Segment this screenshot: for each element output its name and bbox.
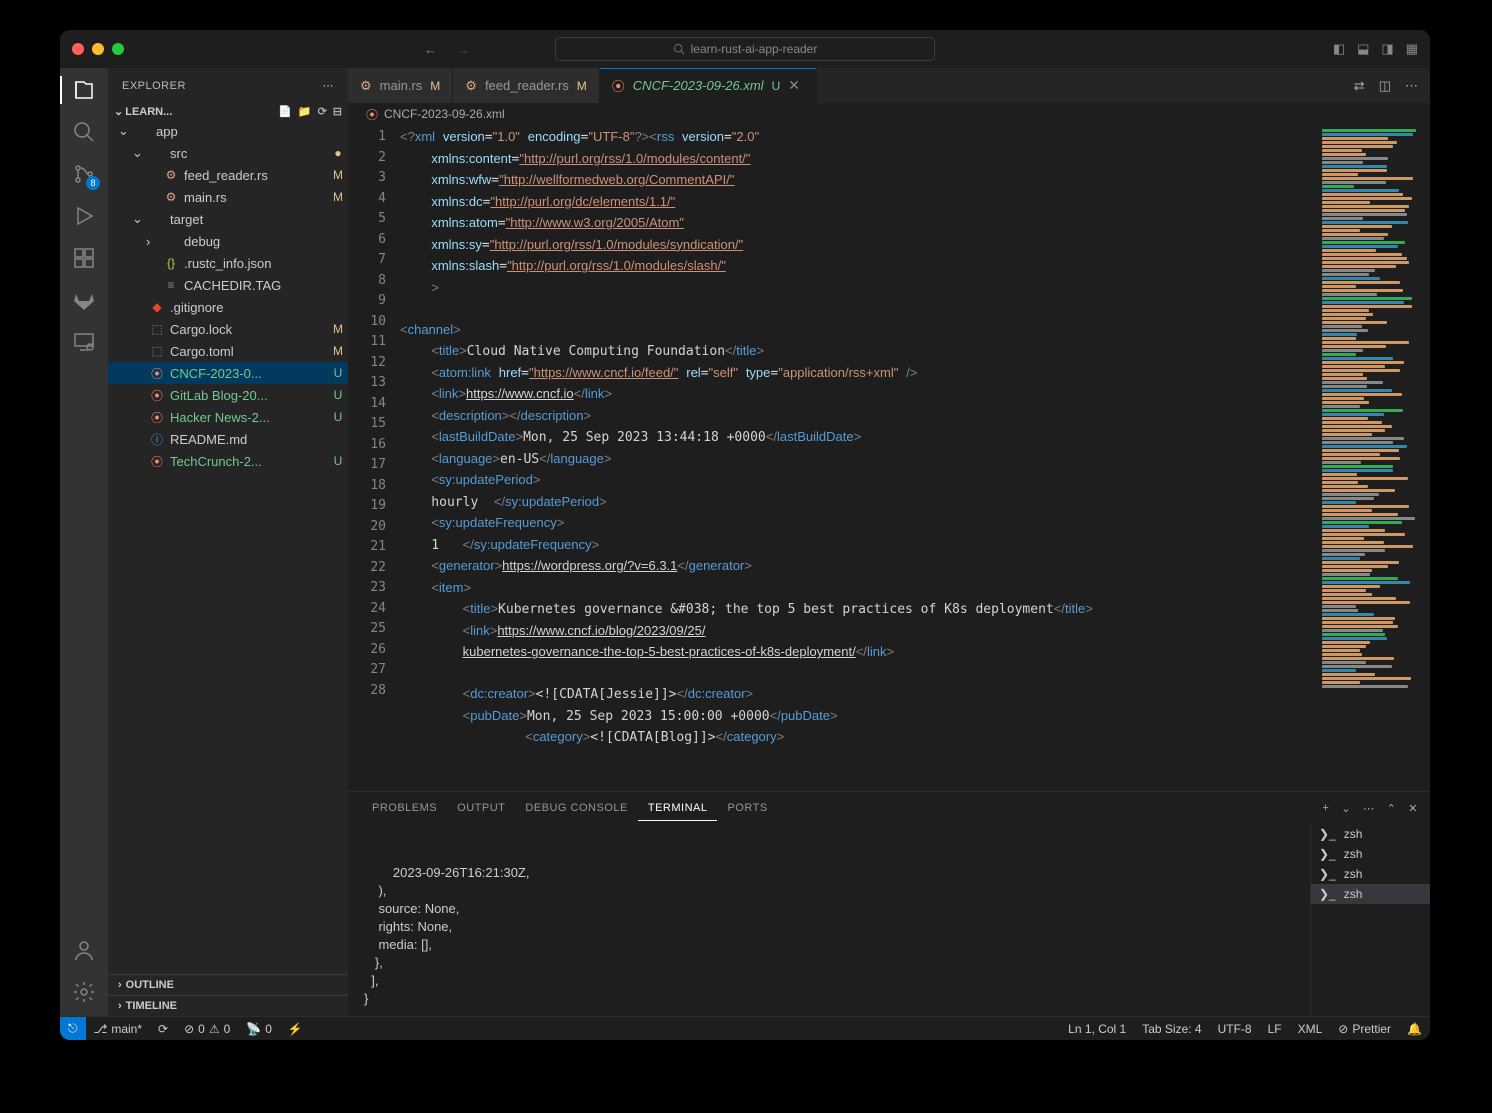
layout-sidebar-icon[interactable]: ◨ [1381, 41, 1393, 57]
tree-row[interactable]: ⦿GitLab Blog-20...U [108, 384, 348, 406]
terminal-list-item[interactable]: ❯_zsh [1311, 884, 1430, 904]
explorer-icon[interactable] [72, 78, 96, 102]
tree-row[interactable]: ◆.gitignore [108, 296, 348, 318]
terminal-list-item[interactable]: ❯_zsh [1311, 844, 1430, 864]
panel-tab[interactable]: PORTS [717, 796, 777, 820]
panel-more-icon[interactable]: ⋯ [1363, 802, 1375, 815]
ports-status[interactable]: 📡 0 [238, 1022, 280, 1036]
refresh-icon[interactable]: ⟳ [318, 105, 327, 118]
tree-row[interactable]: ⚙feed_reader.rsM [108, 164, 348, 186]
editor-tab[interactable]: ⚙main.rsM [348, 68, 453, 103]
tab-size[interactable]: Tab Size: 4 [1134, 1022, 1209, 1036]
editor-tab[interactable]: ⦿CNCF-2023-09-26.xmlU✕ [600, 68, 817, 103]
live-share-icon[interactable]: ⚡ [280, 1022, 311, 1036]
cursor-position[interactable]: Ln 1, Col 1 [1060, 1022, 1134, 1036]
timeline-section[interactable]: ›TIMELINE [108, 995, 348, 1016]
editor-tabs: ⚙main.rsM⚙feed_reader.rsM⦿CNCF-2023-09-2… [348, 68, 1430, 103]
tree-row[interactable]: ⌄src● [108, 142, 348, 164]
nav-forward-icon[interactable]: → [457, 42, 470, 57]
editor-content[interactable]: <?xml version="1.0" encoding="UTF-8"?><r… [400, 125, 1320, 791]
tree-row[interactable]: ⌄target [108, 208, 348, 230]
panel-tab[interactable]: DEBUG CONSOLE [515, 796, 637, 820]
tree-row[interactable]: ⚙main.rsM [108, 186, 348, 208]
tree-row[interactable]: ⦿CNCF-2023-0...U [108, 362, 348, 384]
terminal-dropdown-icon[interactable]: ⌄ [1341, 802, 1351, 815]
layout-customize-icon[interactable]: ▦ [1406, 41, 1418, 57]
breadcrumb[interactable]: CNCF-2023-09-26.xml [384, 107, 505, 121]
terminal-icon: ❯_ [1319, 867, 1336, 881]
nav-back-icon[interactable]: ← [424, 42, 437, 57]
panel-tab[interactable]: TERMINAL [638, 796, 718, 821]
outline-section[interactable]: ›OUTLINE [108, 974, 348, 995]
extensions-icon[interactable] [72, 246, 96, 270]
minimize-window-button[interactable] [92, 43, 104, 55]
activity-bar: 8 [60, 68, 108, 1016]
editor-tab[interactable]: ⚙feed_reader.rsM [453, 68, 600, 103]
terminal-list-item[interactable]: ❯_zsh [1311, 824, 1430, 844]
collapse-icon[interactable]: ⊟ [333, 105, 342, 118]
explorer-sidebar: EXPLORER ⋯ ⌄ LEARN... 📄 📁 ⟳ ⊟ ⌄app⌄src●⚙… [108, 68, 348, 1016]
tree-row[interactable]: ⌄app [108, 120, 348, 142]
panel-maximize-icon[interactable]: ⌃ [1387, 802, 1397, 815]
tree-row[interactable]: ⬚Cargo.tomlM [108, 340, 348, 362]
notifications-icon[interactable]: 🔔 [1399, 1022, 1430, 1036]
remote-button[interactable]: ⎋ [60, 1017, 86, 1040]
branch-status[interactable]: ⎇ main* [86, 1022, 151, 1036]
source-control-icon[interactable]: 8 [72, 162, 96, 186]
accounts-icon[interactable] [72, 938, 96, 962]
terminal-icon: ❯_ [1319, 887, 1336, 901]
new-folder-icon[interactable]: 📁 [298, 105, 312, 118]
traffic-lights [72, 43, 124, 55]
tree-row[interactable]: ⦿TechCrunch-2...U [108, 450, 348, 472]
terminal-icon: ❯_ [1319, 847, 1336, 861]
remote-explorer-icon[interactable] [72, 330, 96, 354]
sidebar-more-icon[interactable]: ⋯ [323, 79, 335, 92]
eol[interactable]: LF [1260, 1022, 1290, 1036]
language-mode[interactable]: XML [1290, 1022, 1331, 1036]
tree-row[interactable]: ⬚Cargo.lockM [108, 318, 348, 340]
panel-tabs: PROBLEMSOUTPUTDEBUG CONSOLETERMINALPORTS… [348, 792, 1430, 824]
panel-tab[interactable]: PROBLEMS [362, 796, 447, 820]
editor-gutter: 1234567891011121314151617181920212223242… [348, 125, 400, 791]
terminal-output[interactable]: 2023-09-26T16:21:30Z, ), source: None, r… [348, 824, 1310, 1016]
tab-close-icon[interactable]: ✕ [788, 77, 804, 94]
search-icon[interactable] [72, 120, 96, 144]
tree-row[interactable]: ⦿Hacker News-2...U [108, 406, 348, 428]
split-editor-icon[interactable]: ◫ [1379, 78, 1391, 94]
terminal-list: ❯_zsh❯_zsh❯_zsh❯_zsh [1310, 824, 1430, 1016]
tree-row[interactable]: ⓘREADME.md [108, 428, 348, 450]
prettier-status[interactable]: ⊘ Prettier [1330, 1022, 1399, 1036]
terminal-icon: ❯_ [1319, 827, 1336, 841]
gitlab-icon[interactable] [72, 288, 96, 312]
run-debug-icon[interactable] [72, 204, 96, 228]
file-tree: ⌄app⌄src●⚙feed_reader.rsM⚙main.rsM⌄targe… [108, 120, 348, 974]
tree-row[interactable]: ≡CACHEDIR.TAG [108, 274, 348, 296]
panel-tab[interactable]: OUTPUT [447, 796, 515, 820]
new-terminal-icon[interactable]: + [1322, 802, 1329, 815]
layout-panel-icon[interactable]: ⬓ [1357, 41, 1369, 57]
tree-row[interactable]: {}.rustc_info.json [108, 252, 348, 274]
project-name: LEARN... [125, 106, 172, 118]
rss-icon: ⦿ [366, 106, 378, 123]
sync-status[interactable]: ⟳ [150, 1022, 176, 1036]
panel-close-icon[interactable]: ✕ [1408, 802, 1418, 815]
sidebar-title: EXPLORER [122, 80, 186, 92]
close-window-button[interactable] [72, 43, 84, 55]
tree-row[interactable]: ›debug [108, 230, 348, 252]
title-bar: ← → learn-rust-ai-app-reader ◧ ⬓ ◨ ▦ [60, 30, 1430, 68]
new-file-icon[interactable]: 📄 [278, 105, 292, 118]
maximize-window-button[interactable] [112, 43, 124, 55]
command-center-search[interactable]: learn-rust-ai-app-reader [555, 37, 935, 61]
encoding[interactable]: UTF-8 [1210, 1022, 1260, 1036]
chevron-down-icon[interactable]: ⌄ [114, 105, 123, 118]
compare-icon[interactable]: ⇄ [1354, 78, 1365, 94]
layout-toggle-icon[interactable]: ◧ [1333, 41, 1345, 57]
settings-gear-icon[interactable] [72, 980, 96, 1004]
problems-status[interactable]: ⊘ 0 ⚠ 0 [176, 1022, 238, 1036]
status-bar: ⎋ ⎇ main* ⟳ ⊘ 0 ⚠ 0 📡 0 ⚡ Ln 1, Col 1 Ta… [60, 1016, 1430, 1040]
minimap[interactable] [1320, 125, 1430, 791]
tab-more-icon[interactable]: ⋯ [1405, 78, 1418, 94]
terminal-list-item[interactable]: ❯_zsh [1311, 864, 1430, 884]
